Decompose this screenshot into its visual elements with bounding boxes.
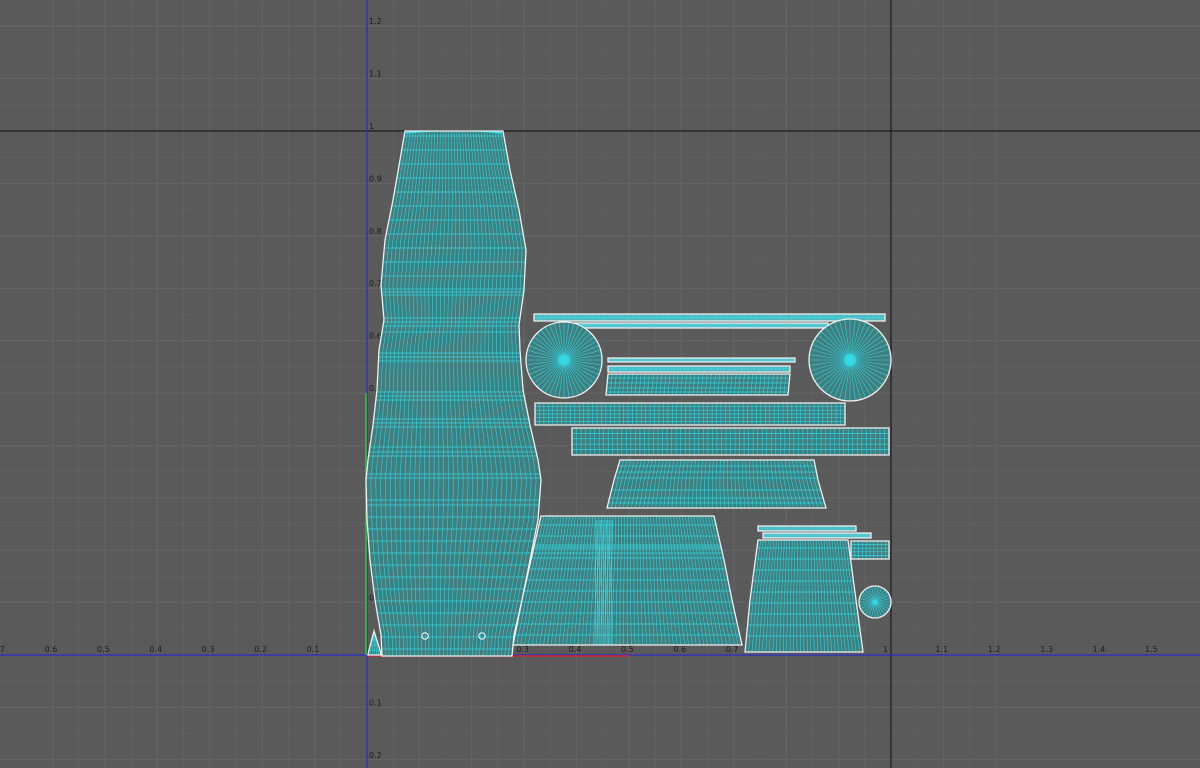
right-cap-shell[interactable] <box>808 318 892 402</box>
uv-editor-viewport[interactable]: 0.7 0.6 0.5 0.4 0.3 0.2 0.1 0.1 0.2 0.3 0.4 0.5 0.6 0… <box>0 0 1200 768</box>
u-tick-label: 0.2 <box>254 645 267 654</box>
axis-lines <box>0 0 1200 768</box>
u-tick-label: 0.5 <box>621 645 634 654</box>
inner-strip-shell-b[interactable] <box>607 365 791 373</box>
u-tick-label: 0.3 <box>516 645 529 654</box>
right-skirt-shell[interactable] <box>744 539 864 653</box>
u-tick-label: 0.4 <box>149 645 162 654</box>
u-tick-label: 1.1 <box>935 645 948 654</box>
v-tick-label: 0.8 <box>369 227 382 236</box>
lower-skirt-shell[interactable] <box>512 515 743 655</box>
rim-strip-lower-shell[interactable] <box>569 322 829 329</box>
small-strip-shell-a[interactable] <box>757 525 857 532</box>
inner-strip-shell-a[interactable] <box>607 357 796 363</box>
shell-wireframe <box>534 314 885 321</box>
u-tick-label: 1.4 <box>1093 645 1106 654</box>
small-cap-shell[interactable] <box>858 585 892 619</box>
v-tick-label: 1.1 <box>369 70 382 79</box>
middle-band-shell[interactable] <box>534 402 846 426</box>
v-tick-label: 0.6 <box>369 332 382 341</box>
u-tick-label: 0.4 <box>569 645 582 654</box>
u-tick-label: 0.6 <box>45 645 58 654</box>
v-tick-label: 0.2 <box>369 751 382 760</box>
v-tick-label: 1 <box>369 122 374 131</box>
u-tick-label: 0.6 <box>673 645 686 654</box>
v-tick-label: 1.2 <box>369 17 382 26</box>
inner-band-shell[interactable] <box>605 373 791 396</box>
u-tick-label: 0.7 <box>0 645 5 654</box>
rim-strip-shell[interactable] <box>533 313 886 322</box>
tip-fragment-shell[interactable] <box>367 628 382 656</box>
u-tick-label: 0.3 <box>202 645 215 654</box>
u-tick-label: 1.3 <box>1040 645 1053 654</box>
v-tick-label: 0.1 <box>369 698 382 707</box>
v-tick-label: 0.9 <box>369 174 382 183</box>
u-tick-label: 0.5 <box>97 645 110 654</box>
u-tick-label: 1.2 <box>988 645 1001 654</box>
main-body-shell[interactable] <box>365 130 542 657</box>
u-tick-label: 1.5 <box>1145 645 1158 654</box>
middle-skirt-shell[interactable] <box>606 459 827 509</box>
small-strip-shell-b[interactable] <box>762 532 872 539</box>
long-band-shell[interactable] <box>571 427 890 456</box>
u-tick-label: 1 <box>883 645 888 654</box>
left-cap-shell[interactable] <box>525 321 603 399</box>
small-patch-shell[interactable] <box>850 540 890 560</box>
grid-lines <box>0 0 1200 768</box>
v-tick-label: 0.7 <box>369 279 382 288</box>
u-tick-label: 0.1 <box>307 645 320 654</box>
u-tick-label: 0.7 <box>726 645 739 654</box>
uv-canvas[interactable]: 0.7 0.6 0.5 0.4 0.3 0.2 0.1 0.1 0.2 0.3 0.4 0.5 0.6 0… <box>0 0 1200 768</box>
